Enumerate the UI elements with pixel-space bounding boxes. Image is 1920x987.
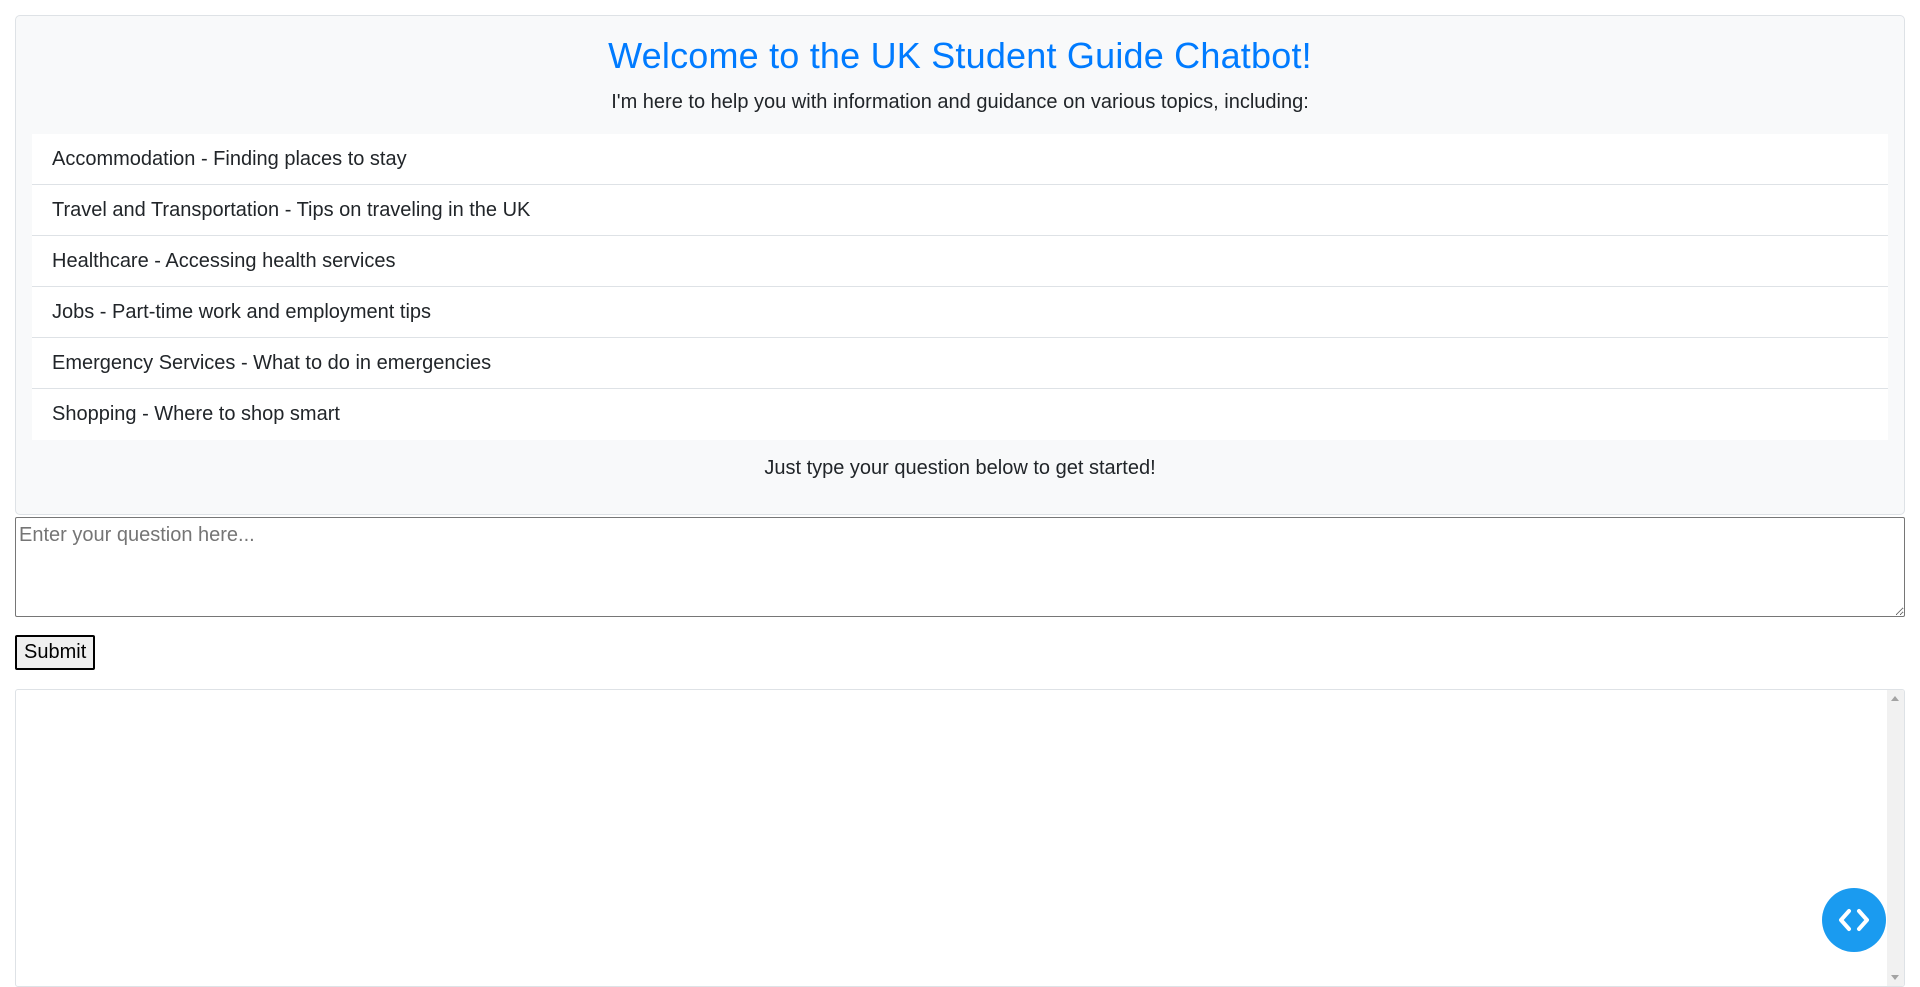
code-toggle-button[interactable] [1822, 888, 1886, 952]
welcome-subtitle: I'm here to help you with information an… [611, 91, 1309, 113]
response-scrollbar[interactable] [1887, 690, 1904, 986]
code-brackets-icon [1839, 909, 1869, 931]
topic-item-jobs: Jobs - Part-time work and employment tip… [32, 287, 1888, 338]
welcome-panel: Welcome to the UK Student Guide Chatbot!… [15, 15, 1905, 515]
submit-button[interactable]: Submit [15, 635, 96, 670]
page-title: Welcome to the UK Student Guide Chatbot! [608, 35, 1312, 76]
topic-item-accommodation: Accommodation - Finding places to stay [32, 134, 1888, 185]
topic-list: Accommodation - Finding places to stay T… [32, 134, 1888, 440]
scroll-up-icon[interactable] [1891, 696, 1899, 701]
topic-item-travel: Travel and Transportation - Tips on trav… [32, 185, 1888, 236]
topic-item-healthcare: Healthcare - Accessing health services [32, 236, 1888, 287]
question-input[interactable] [15, 517, 1905, 617]
response-area[interactable] [15, 689, 1905, 987]
topic-item-shopping: Shopping - Where to shop smart [32, 389, 1888, 440]
scroll-down-icon[interactable] [1891, 975, 1899, 980]
topic-item-emergency: Emergency Services - What to do in emerg… [32, 338, 1888, 389]
get-started-text: Just type your question below to get sta… [764, 457, 1156, 479]
page: Welcome to the UK Student Guide Chatbot!… [0, 0, 1920, 987]
